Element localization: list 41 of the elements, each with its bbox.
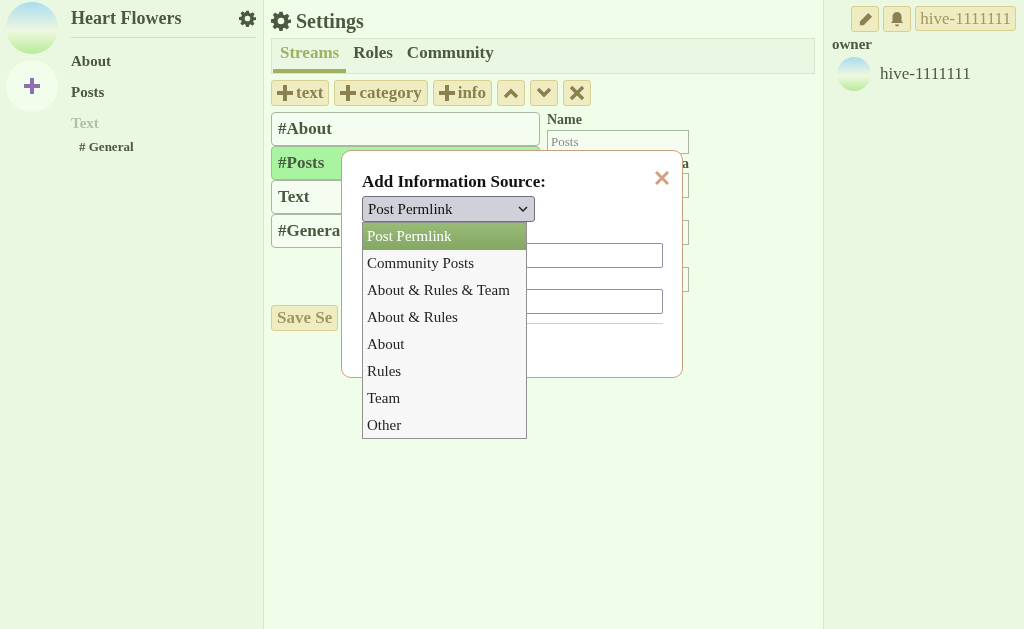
tab[interactable]: Roles xyxy=(346,40,400,73)
dropdown-option[interactable]: About & Rules xyxy=(363,304,526,331)
stream-item[interactable]: #About xyxy=(271,112,540,146)
dropdown-option[interactable]: Community Posts xyxy=(363,250,526,277)
chevron-up-icon xyxy=(503,87,520,99)
delete-button[interactable] xyxy=(563,80,592,106)
community-title: Heart Flowers xyxy=(71,8,182,29)
plus-icon xyxy=(438,85,455,101)
user-avatar xyxy=(837,57,871,91)
page-title: Settings xyxy=(296,9,364,33)
dropdown-option[interactable]: About & Rules & Team xyxy=(363,277,526,304)
sidebar-item[interactable]: Posts xyxy=(71,84,105,101)
dialog-title: Add Information Source: xyxy=(362,172,546,192)
plus-icon xyxy=(340,85,357,101)
bell-icon xyxy=(890,11,905,27)
role-label: owner xyxy=(832,36,873,53)
plus-icon xyxy=(277,85,293,101)
plus-icon xyxy=(24,78,40,94)
field-label: Name xyxy=(547,112,582,128)
dropdown-option[interactable]: Team xyxy=(363,385,526,412)
edit-button[interactable] xyxy=(851,6,880,32)
close-icon[interactable] xyxy=(655,171,669,185)
dropdown-option[interactable]: About xyxy=(363,331,526,358)
caret-icon xyxy=(518,205,528,213)
add-community-button[interactable] xyxy=(6,60,58,112)
source-select[interactable]: Post Permlink xyxy=(362,196,535,222)
close-icon xyxy=(570,86,585,100)
dropdown-option[interactable]: Rules xyxy=(363,358,526,385)
dropdown-option[interactable]: Other xyxy=(363,412,526,439)
move-up-button[interactable] xyxy=(497,80,526,106)
field-label: a xyxy=(682,156,689,172)
settings-icon[interactable] xyxy=(239,10,256,27)
settings-icon xyxy=(271,11,291,31)
move-down-button[interactable] xyxy=(530,80,559,106)
pencil-icon xyxy=(857,11,873,27)
user-name[interactable]: hive-1111111 xyxy=(880,64,971,84)
sidebar-item[interactable]: About xyxy=(71,53,111,70)
sidebar-item[interactable]: # General xyxy=(79,139,134,155)
chevron-down-icon xyxy=(536,87,553,99)
notifications-button[interactable] xyxy=(883,6,912,32)
tab[interactable]: Community xyxy=(399,40,501,73)
